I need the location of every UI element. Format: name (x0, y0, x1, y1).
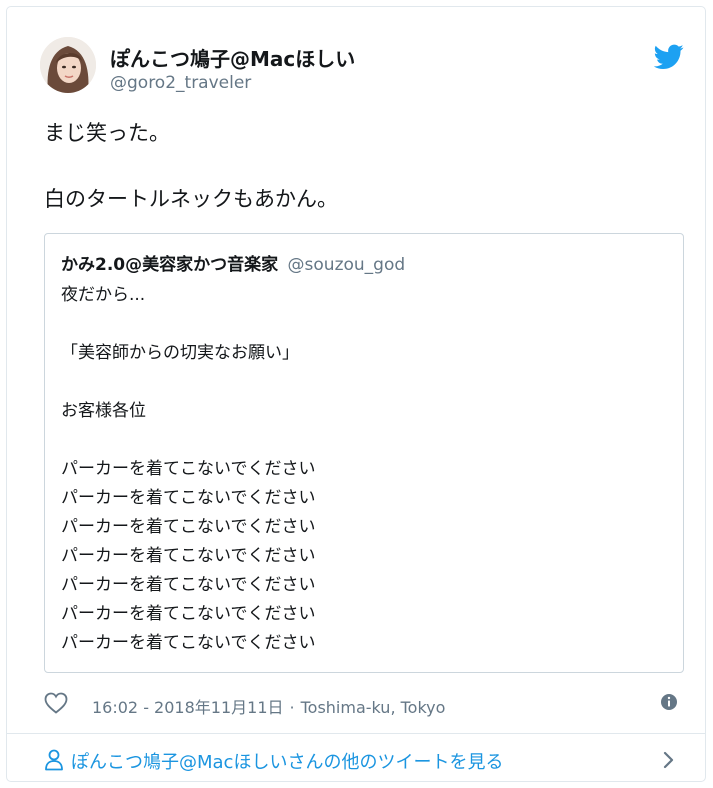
tweet-text-line: まじ笑った。 (44, 121, 170, 145)
meta-separator: · (289, 698, 295, 717)
info-icon[interactable] (660, 693, 678, 711)
view-more-tweets-label: ぽんこつ鳩子@Macほしいさんの他のツイートを見る (71, 752, 504, 773)
tweet-footer: 16:02 - 2018年11月11日 · Toshima-ku, Tokyo (44, 691, 684, 717)
quoted-text-line: パーカーを着てこないでください (61, 488, 316, 508)
person-icon (44, 749, 64, 771)
chevron-right-icon (662, 750, 676, 770)
tweet-text: まじ笑った。 白のタートルネックもあかん。 (44, 117, 674, 216)
location-link[interactable]: Toshima-ku, Tokyo (301, 698, 446, 717)
quoted-tweet-body: 夜だから... 「美容師からの切実なお願い」 お客様各位 パーカーを着てこないで… (61, 281, 661, 658)
twitter-bird-icon[interactable] (653, 44, 684, 70)
view-more-tweets-link[interactable]: ぽんこつ鳩子@Macほしいさんの他のツイートを見る (7, 734, 705, 782)
quoted-tweet-header: かみ2.0@美容家かつ音楽家 @souzou_god (61, 250, 405, 275)
quoted-text-line: 「美容師からの切実なお願い」 (61, 343, 299, 363)
author-display-name[interactable]: ぽんこつ鳩子@Macほしい (110, 43, 355, 72)
tweet-meta: 16:02 - 2018年11月11日 · Toshima-ku, Tokyo (92, 694, 445, 718)
quoted-text-line: パーカーを着てこないでください (61, 546, 316, 566)
quoted-text-line (61, 426, 661, 455)
quoted-author-handle: @souzou_god (287, 255, 406, 275)
quoted-text-line: お客様各位 (61, 401, 146, 421)
quoted-author-name: かみ2.0@美容家かつ音楽家 (61, 255, 279, 275)
quoted-text-line: 夜だから... (61, 285, 146, 305)
quoted-text-line: パーカーを着てこないでください (61, 604, 316, 624)
quoted-text-line: パーカーを着てこないでください (61, 459, 316, 479)
tweet-text-spacer (44, 150, 674, 183)
quoted-text-line (61, 310, 661, 339)
heart-icon[interactable] (44, 692, 68, 714)
quoted-text-line (61, 368, 661, 397)
author-handle[interactable]: @goro2_traveler (110, 73, 251, 93)
timestamp-link[interactable]: 16:02 - 2018年11月11日 (92, 698, 284, 717)
tweet-card: ぽんこつ鳩子@Macほしい @goro2_traveler まじ笑った。 白のタ… (6, 6, 706, 782)
avatar[interactable] (40, 37, 96, 93)
quoted-tweet[interactable]: かみ2.0@美容家かつ音楽家 @souzou_god 夜だから... 「美容師か… (44, 233, 684, 673)
tweet-text-line: 白のタートルネックもあかん。 (44, 187, 338, 211)
quoted-text-line: パーカーを着てこないでください (61, 575, 316, 595)
quoted-text-line: パーカーを着てこないでください (61, 633, 316, 653)
quoted-text-line: パーカーを着てこないでください (61, 517, 316, 537)
